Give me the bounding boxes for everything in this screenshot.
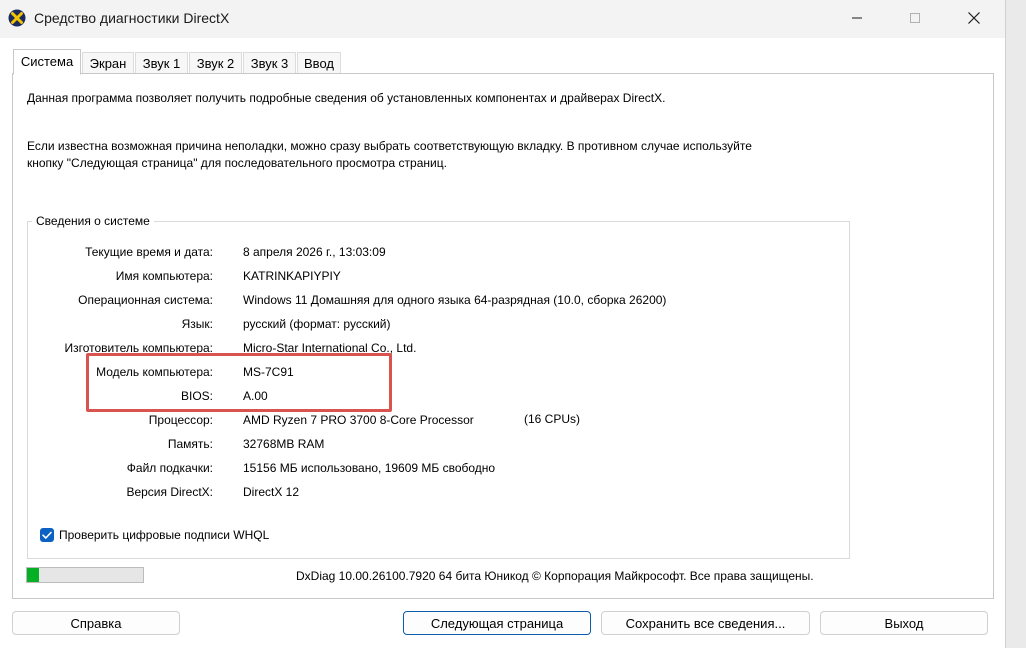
os-label: Операционная система: bbox=[78, 293, 213, 307]
intro-hint-line-1: Если известна возможная причина неполадк… bbox=[27, 139, 752, 153]
next-page-button[interactable]: Следующая страница bbox=[403, 611, 591, 635]
datetime-label: Текущие время и дата: bbox=[85, 245, 213, 259]
processor-label: Процессор: bbox=[148, 413, 213, 427]
dxdiag-window: Средство диагностики DirectX Система Экр… bbox=[0, 0, 1006, 648]
language-label: Язык: bbox=[181, 317, 213, 331]
highlight-annotation bbox=[86, 353, 392, 412]
window-title: Средство диагностики DirectX bbox=[34, 10, 230, 26]
maximize-button[interactable] bbox=[887, 0, 943, 36]
memory-value: 32768MB RAM bbox=[243, 437, 325, 451]
directx-icon bbox=[8, 9, 26, 27]
whql-checkbox[interactable] bbox=[40, 528, 54, 542]
directx-version-label: Версия DirectX: bbox=[126, 485, 213, 499]
language-value: русский (формат: русский) bbox=[243, 317, 391, 331]
tab-display[interactable]: Экран bbox=[82, 52, 134, 74]
datetime-value: 8 апреля 2026 г., 13:03:09 bbox=[243, 245, 386, 259]
intro-description: Данная программа позволяет получить подр… bbox=[27, 91, 666, 105]
intro-hint-line-2: кнопку "Следующая страница" для последов… bbox=[27, 156, 447, 170]
close-button[interactable] bbox=[946, 0, 1002, 36]
whql-checkbox-label[interactable]: Проверить цифровые подписи WHQL bbox=[59, 528, 269, 542]
computer-name-value: KATRINKAPIYPIY bbox=[243, 269, 341, 283]
exit-button[interactable]: Выход bbox=[820, 611, 988, 635]
copyright-text: DxDiag 10.00.26100.7920 64 бита Юникод ©… bbox=[296, 569, 814, 583]
save-all-info-button[interactable]: Сохранить все сведения... bbox=[601, 611, 810, 635]
tab-sound-2[interactable]: Звук 2 bbox=[189, 52, 242, 74]
maximize-icon bbox=[910, 13, 920, 23]
title-bar: Средство диагностики DirectX bbox=[0, 0, 1005, 38]
checkmark-icon bbox=[40, 528, 54, 542]
tab-system[interactable]: Система bbox=[13, 49, 81, 75]
pagefile-value: 15156 МБ использовано, 19609 МБ свободно bbox=[243, 461, 496, 475]
tab-sound-1[interactable]: Звук 1 bbox=[135, 52, 188, 74]
progress-bar bbox=[26, 567, 144, 583]
pagefile-label: Файл подкачки: bbox=[126, 461, 213, 475]
tab-input[interactable]: Ввод bbox=[297, 52, 341, 74]
memory-label: Память: bbox=[167, 437, 213, 451]
directx-version-value: DirectX 12 bbox=[243, 485, 300, 499]
cpu-count: (16 CPUs) bbox=[524, 412, 581, 426]
system-info-legend: Сведения о системе bbox=[32, 214, 154, 228]
close-icon bbox=[968, 12, 980, 24]
minimize-button[interactable] bbox=[829, 0, 885, 36]
help-button[interactable]: Справка bbox=[12, 611, 180, 635]
tab-sound-3[interactable]: Звук 3 bbox=[243, 52, 296, 74]
os-value: Windows 11 Домашняя для одного языка 64-… bbox=[243, 293, 667, 307]
progress-fill bbox=[27, 568, 39, 582]
minimize-icon bbox=[852, 13, 862, 23]
computer-name-label: Имя компьютера: bbox=[115, 269, 213, 283]
processor-value: AMD Ryzen 7 PRO 3700 8-Core Processor bbox=[243, 413, 474, 427]
